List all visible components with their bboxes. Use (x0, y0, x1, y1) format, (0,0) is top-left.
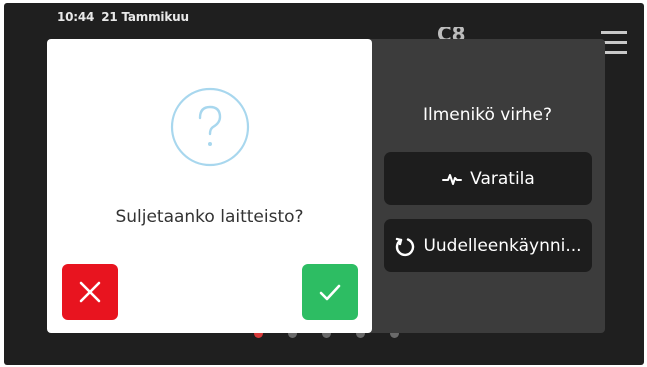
error-help-panel: Ilmenikö virhe? Varatila Uudelleenkäynni… (370, 39, 605, 333)
restart-icon (394, 235, 416, 257)
safe-mode-button[interactable]: Varatila (384, 152, 592, 205)
safe-mode-label: Varatila (470, 168, 535, 189)
restart-label: Uudelleenkäynni... (423, 235, 582, 256)
confirm-button[interactable] (302, 264, 358, 320)
close-icon (79, 281, 101, 303)
check-icon (319, 284, 341, 301)
status-bar: 10:44 21 Tammikuu (57, 10, 189, 24)
error-help-title: Ilmenikö virhe? (422, 105, 553, 125)
question-icon (170, 87, 250, 167)
shutdown-dialog: Suljetaanko laitteisto? (47, 39, 372, 333)
status-time: 10:44 (57, 10, 95, 24)
pulse-icon (441, 168, 463, 190)
status-date: 21 Tammikuu (101, 10, 189, 24)
cancel-button[interactable] (62, 264, 118, 320)
device-screen: 10:44 21 Tammikuu C8 Ilmenikö virhe? Var… (4, 3, 644, 365)
restart-button[interactable]: Uudelleenkäynni... (384, 219, 592, 272)
dialog-question: Suljetaanko laitteisto? (115, 207, 304, 227)
